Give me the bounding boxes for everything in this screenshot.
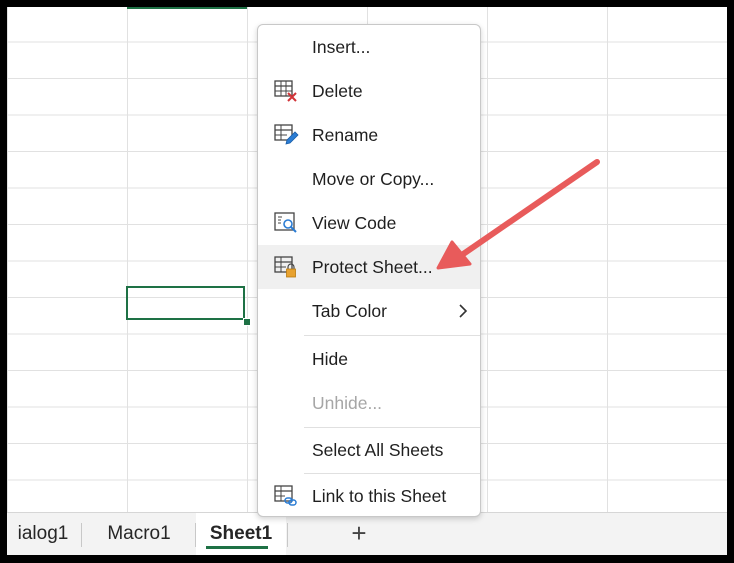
menu-item-unhide: Unhide... [258,381,480,425]
annotation-arrow-icon [436,159,600,270]
link-sheet-icon [274,485,297,506]
menu-item-label: Protect Sheet... [312,257,433,277]
menu-divider [304,335,480,336]
fill-handle[interactable] [243,318,251,326]
rename-sheet-icon [274,124,299,145]
sheet-tab-dialog1[interactable]: ialog1 [7,513,79,555]
menu-item-label: Unhide... [312,393,383,413]
menu-item-label: Select All Sheets [312,440,444,460]
menu-item-link-to-sheet[interactable]: Link to this Sheet [258,474,480,518]
active-cell[interactable] [126,286,245,320]
sheet-tab-label: Sheet1 [209,523,273,544]
menu-item-delete[interactable]: Delete [258,69,480,113]
menu-item-label: Move or Copy... [312,169,435,189]
sheet-tab-label: Macro1 [107,523,171,544]
menu-item-label: Delete [312,81,363,101]
menu-item-label: View Code [312,213,397,233]
menu-item-hide[interactable]: Hide [258,337,480,381]
sheet-tab-bar: ialog1 Macro1 Sheet1 + [7,512,727,555]
menu-item-label: Hide [312,349,348,369]
new-sheet-button[interactable]: + [345,519,373,547]
tab-separator [81,523,82,547]
menu-item-label: Link to this Sheet [312,486,447,506]
menu-item-label: Tab Color [312,301,387,321]
sheet-tab-label: ialog1 [17,523,69,544]
delete-sheet-icon [274,80,297,102]
menu-item-label: Rename [312,125,379,145]
view-code-icon [274,212,297,233]
plus-icon: + [351,518,367,548]
menu-item-select-all-sheets[interactable]: Select All Sheets [258,428,480,472]
menu-item-label: Insert... [312,37,371,57]
active-tab-underline [206,546,268,549]
protect-sheet-icon [274,256,296,278]
menu-item-tab-color[interactable]: Tab Color [258,289,480,333]
sheet-tab-macro1[interactable]: Macro1 [83,513,195,555]
menu-item-insert[interactable]: Insert... [258,25,480,69]
column-selection-accent [127,7,247,9]
chevron-right-icon [459,304,468,318]
tab-separator [287,523,288,547]
